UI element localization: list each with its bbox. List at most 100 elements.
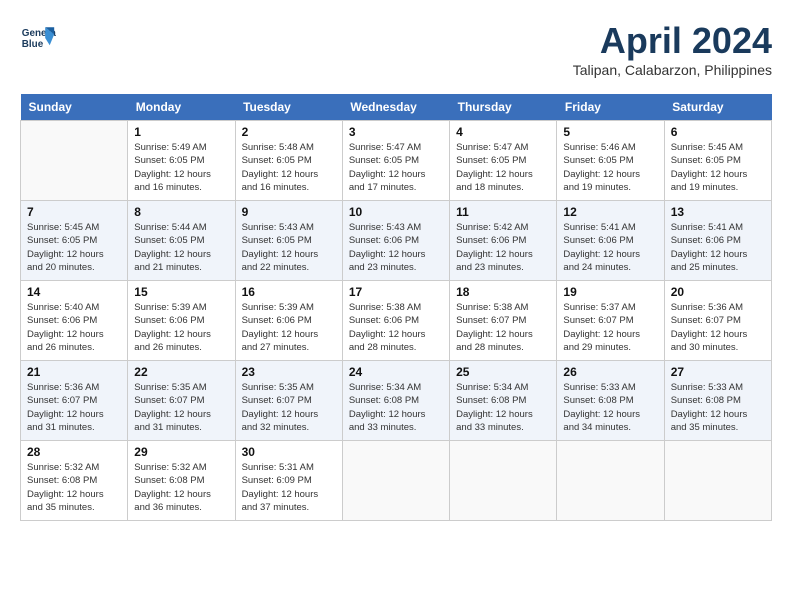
day-info: Sunrise: 5:38 AMSunset: 6:06 PMDaylight:… — [349, 301, 443, 354]
day-number: 4 — [456, 125, 550, 139]
calendar-week-row: 1 Sunrise: 5:49 AMSunset: 6:05 PMDaylight… — [21, 121, 772, 201]
day-number: 8 — [134, 205, 228, 219]
day-info: Sunrise: 5:32 AMSunset: 6:08 PMDaylight:… — [27, 461, 121, 514]
calendar-cell: 17 Sunrise: 5:38 AMSunset: 6:06 PMDayligh… — [342, 281, 449, 361]
day-info: Sunrise: 5:34 AMSunset: 6:08 PMDaylight:… — [349, 381, 443, 434]
day-number: 22 — [134, 365, 228, 379]
calendar-cell: 27 Sunrise: 5:33 AMSunset: 6:08 PMDayligh… — [664, 361, 771, 441]
day-number: 21 — [27, 365, 121, 379]
calendar-cell: 4Sunrise: 5:47 AMSunset: 6:05 PMDaylight… — [450, 121, 557, 201]
day-info: Sunrise: 5:43 AMSunset: 6:05 PMDaylight:… — [242, 221, 336, 274]
day-number: 23 — [242, 365, 336, 379]
logo: General Blue — [20, 20, 56, 56]
day-number: 14 — [27, 285, 121, 299]
calendar-cell: 14 Sunrise: 5:40 AMSunset: 6:06 PMDayligh… — [21, 281, 128, 361]
day-info: Sunrise: 5:41 AMSunset: 6:06 PMDaylight:… — [563, 221, 657, 274]
day-number: 1 — [134, 125, 228, 139]
day-number: 7 — [27, 205, 121, 219]
title-block: April 2024 Talipan, Calabarzon, Philippi… — [573, 20, 772, 78]
day-info: Sunrise: 5:40 AMSunset: 6:06 PMDaylight:… — [27, 301, 121, 354]
calendar-cell: 29 Sunrise: 5:32 AMSunset: 6:08 PMDayligh… — [128, 441, 235, 521]
calendar-cell: 2 Sunrise: 5:48 AMSunset: 6:05 PMDaylight… — [235, 121, 342, 201]
calendar-cell: 28 Sunrise: 5:32 AMSunset: 6:08 PMDayligh… — [21, 441, 128, 521]
calendar-cell: 5 Sunrise: 5:46 AMSunset: 6:05 PMDaylight… — [557, 121, 664, 201]
calendar-cell: 11 Sunrise: 5:42 AMSunset: 6:06 PMDayligh… — [450, 201, 557, 281]
day-info: Sunrise: 5:35 AMSunset: 6:07 PMDaylight:… — [242, 381, 336, 434]
day-info: Sunrise: 5:47 AMSunset: 6:05 PMDaylight:… — [349, 141, 443, 194]
weekday-header-monday: Monday — [128, 94, 235, 121]
day-info: Sunrise: 5:49 AMSunset: 6:05 PMDaylight:… — [134, 141, 228, 194]
day-info: Sunrise: 5:39 AMSunset: 6:06 PMDaylight:… — [242, 301, 336, 354]
calendar-cell: 22 Sunrise: 5:35 AMSunset: 6:07 PMDayligh… — [128, 361, 235, 441]
day-info: Sunrise: 5:44 AMSunset: 6:05 PMDaylight:… — [134, 221, 228, 274]
day-info: Sunrise: 5:43 AMSunset: 6:06 PMDaylight:… — [349, 221, 443, 274]
day-number: 30 — [242, 445, 336, 459]
day-number: 16 — [242, 285, 336, 299]
day-number: 13 — [671, 205, 765, 219]
day-info: Sunrise: 5:45 AMSunset: 6:05 PMDaylight:… — [671, 141, 765, 194]
day-number: 18 — [456, 285, 550, 299]
calendar-cell: 26Sunrise: 5:33 AMSunset: 6:08 PMDayligh… — [557, 361, 664, 441]
day-info: Sunrise: 5:31 AMSunset: 6:09 PMDaylight:… — [242, 461, 336, 514]
day-number: 10 — [349, 205, 443, 219]
day-number: 29 — [134, 445, 228, 459]
day-number: 19 — [563, 285, 657, 299]
calendar-cell — [664, 441, 771, 521]
day-info: Sunrise: 5:33 AMSunset: 6:08 PMDaylight:… — [671, 381, 765, 434]
calendar-week-row: 7 Sunrise: 5:45 AMSunset: 6:05 PMDaylight… — [21, 201, 772, 281]
day-info: Sunrise: 5:38 AMSunset: 6:07 PMDaylight:… — [456, 301, 550, 354]
calendar-cell: 19 Sunrise: 5:37 AMSunset: 6:07 PMDayligh… — [557, 281, 664, 361]
day-number: 2 — [242, 125, 336, 139]
calendar-cell: 21 Sunrise: 5:36 AMSunset: 6:07 PMDayligh… — [21, 361, 128, 441]
day-number: 5 — [563, 125, 657, 139]
page-header: General Blue April 2024 Talipan, Calabar… — [20, 20, 772, 78]
day-info: Sunrise: 5:48 AMSunset: 6:05 PMDaylight:… — [242, 141, 336, 194]
day-number: 9 — [242, 205, 336, 219]
calendar-cell: 1 Sunrise: 5:49 AMSunset: 6:05 PMDaylight… — [128, 121, 235, 201]
day-info: Sunrise: 5:36 AMSunset: 6:07 PMDaylight:… — [671, 301, 765, 354]
day-number: 25 — [456, 365, 550, 379]
location-subtitle: Talipan, Calabarzon, Philippines — [573, 62, 772, 78]
calendar-cell: 18 Sunrise: 5:38 AMSunset: 6:07 PMDayligh… — [450, 281, 557, 361]
day-number: 11 — [456, 205, 550, 219]
day-info: Sunrise: 5:36 AMSunset: 6:07 PMDaylight:… — [27, 381, 121, 434]
day-info: Sunrise: 5:46 AMSunset: 6:05 PMDaylight:… — [563, 141, 657, 194]
day-info: Sunrise: 5:33 AMSunset: 6:08 PMDaylight:… — [563, 381, 657, 434]
day-number: 27 — [671, 365, 765, 379]
calendar-cell: 30 Sunrise: 5:31 AMSunset: 6:09 PMDayligh… — [235, 441, 342, 521]
logo-icon: General Blue — [20, 20, 56, 56]
day-info: Sunrise: 5:37 AMSunset: 6:07 PMDaylight:… — [563, 301, 657, 354]
day-info: Sunrise: 5:34 AMSunset: 6:08 PMDaylight:… — [456, 381, 550, 434]
calendar-cell: 6Sunrise: 5:45 AMSunset: 6:05 PMDaylight… — [664, 121, 771, 201]
calendar-cell — [450, 441, 557, 521]
calendar-cell: 23 Sunrise: 5:35 AMSunset: 6:07 PMDayligh… — [235, 361, 342, 441]
calendar-cell: 12 Sunrise: 5:41 AMSunset: 6:06 PMDayligh… — [557, 201, 664, 281]
weekday-header-wednesday: Wednesday — [342, 94, 449, 121]
day-number: 20 — [671, 285, 765, 299]
day-info: Sunrise: 5:45 AMSunset: 6:05 PMDaylight:… — [27, 221, 121, 274]
day-number: 17 — [349, 285, 443, 299]
day-info: Sunrise: 5:42 AMSunset: 6:06 PMDaylight:… — [456, 221, 550, 274]
weekday-header-row: SundayMondayTuesdayWednesdayThursdayFrid… — [21, 94, 772, 121]
day-info: Sunrise: 5:41 AMSunset: 6:06 PMDaylight:… — [671, 221, 765, 274]
svg-text:Blue: Blue — [22, 39, 44, 50]
calendar-cell: 3 Sunrise: 5:47 AMSunset: 6:05 PMDaylight… — [342, 121, 449, 201]
calendar-week-row: 14 Sunrise: 5:40 AMSunset: 6:06 PMDayligh… — [21, 281, 772, 361]
month-title: April 2024 — [573, 20, 772, 62]
day-number: 12 — [563, 205, 657, 219]
weekday-header-thursday: Thursday — [450, 94, 557, 121]
day-number: 3 — [349, 125, 443, 139]
weekday-header-sunday: Sunday — [21, 94, 128, 121]
calendar-cell: 8 Sunrise: 5:44 AMSunset: 6:05 PMDaylight… — [128, 201, 235, 281]
day-info: Sunrise: 5:32 AMSunset: 6:08 PMDaylight:… — [134, 461, 228, 514]
calendar-cell: 15Sunrise: 5:39 AMSunset: 6:06 PMDayligh… — [128, 281, 235, 361]
calendar-cell: 20 Sunrise: 5:36 AMSunset: 6:07 PMDayligh… — [664, 281, 771, 361]
calendar-week-row: 21 Sunrise: 5:36 AMSunset: 6:07 PMDayligh… — [21, 361, 772, 441]
weekday-header-friday: Friday — [557, 94, 664, 121]
day-number: 28 — [27, 445, 121, 459]
calendar-cell: 25 Sunrise: 5:34 AMSunset: 6:08 PMDayligh… — [450, 361, 557, 441]
calendar-cell — [557, 441, 664, 521]
calendar-week-row: 28 Sunrise: 5:32 AMSunset: 6:08 PMDayligh… — [21, 441, 772, 521]
day-info: Sunrise: 5:35 AMSunset: 6:07 PMDaylight:… — [134, 381, 228, 434]
day-number: 15 — [134, 285, 228, 299]
